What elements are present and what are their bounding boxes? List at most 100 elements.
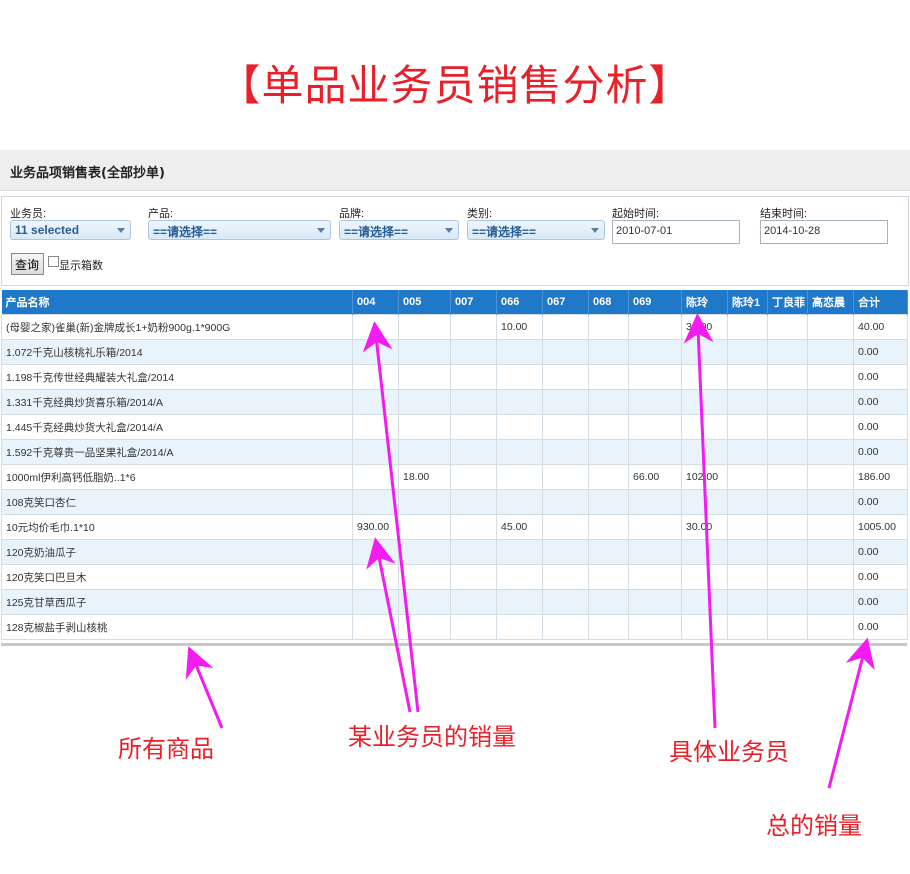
- column-header[interactable]: 陈玲1: [727, 290, 768, 315]
- sales-cell: [767, 564, 808, 590]
- sales-cell: [352, 339, 399, 365]
- sales-cell: [681, 364, 728, 390]
- show-boxes-checkbox[interactable]: [48, 256, 59, 267]
- sales-cell: [628, 314, 682, 340]
- brand-select[interactable]: ==请选择==: [339, 220, 459, 240]
- sales-cell: [767, 314, 808, 340]
- sales-cell: [727, 514, 768, 540]
- brand-label: 品牌:: [339, 208, 365, 220]
- sales-cell: [681, 489, 728, 515]
- sales-cell: [681, 439, 728, 465]
- sales-cell: [628, 539, 682, 565]
- sales-cell: [588, 489, 629, 515]
- sales-cell: [542, 614, 589, 640]
- column-header[interactable]: 丁良菲: [767, 290, 808, 315]
- sales-cell: [450, 439, 497, 465]
- sales-cell: [450, 314, 497, 340]
- sales-cell: [496, 564, 543, 590]
- end-date-input[interactable]: 2014-10-28: [760, 220, 888, 244]
- sales-cell: 0.00: [853, 614, 908, 640]
- sales-cell: [352, 464, 399, 490]
- sales-cell: [727, 464, 768, 490]
- table-scrollbar[interactable]: [1, 643, 907, 646]
- sales-cell: [496, 539, 543, 565]
- sales-cell: [681, 614, 728, 640]
- sales-cell: [681, 339, 728, 365]
- sales-cell: [807, 489, 854, 515]
- sales-cell: [628, 439, 682, 465]
- query-button[interactable]: 查询: [11, 253, 44, 275]
- sales-cell: [542, 339, 589, 365]
- sales-cell: [767, 389, 808, 415]
- annotation-specific-salesman: 具体业务员: [669, 738, 789, 766]
- column-header[interactable]: 069: [628, 290, 682, 315]
- sales-cell: [398, 414, 451, 440]
- product-label: 产品:: [148, 208, 174, 220]
- sales-cell: [398, 539, 451, 565]
- sales-cell: [628, 364, 682, 390]
- sales-cell: [727, 614, 768, 640]
- column-header[interactable]: 高恋晨: [807, 290, 854, 315]
- sales-cell: [496, 464, 543, 490]
- column-header[interactable]: 066: [496, 290, 543, 315]
- sales-cell: [496, 439, 543, 465]
- sales-cell: [727, 389, 768, 415]
- sales-cell: 102.00: [681, 464, 728, 490]
- sales-cell: 45.00: [496, 514, 543, 540]
- sales-cell: 66.00: [628, 464, 682, 490]
- sales-cell: [496, 389, 543, 415]
- sales-cell: 186.00: [853, 464, 908, 490]
- sales-cell: [807, 314, 854, 340]
- column-header[interactable]: 004: [352, 290, 399, 315]
- salesman-select[interactable]: 11 selected: [10, 220, 131, 240]
- product-name-cell: 1.445千克经典炒货大礼盒/2014/A: [1, 414, 353, 440]
- sales-cell: [542, 389, 589, 415]
- table-row: (母婴之家)雀巢(新)金牌成长1+奶粉900g.1*900G 10.00 30.00…: [1, 314, 908, 340]
- column-header[interactable]: 005: [398, 290, 451, 315]
- sales-cell: [807, 439, 854, 465]
- chevron-down-icon: [591, 228, 599, 233]
- sales-cell: [588, 414, 629, 440]
- column-header[interactable]: 产品名称: [1, 290, 353, 315]
- sales-cell: [496, 589, 543, 615]
- sales-cell: [398, 564, 451, 590]
- table-row: 125克甘草西瓜子 0.00: [1, 589, 908, 615]
- product-select[interactable]: ==请选择==: [148, 220, 331, 240]
- column-header[interactable]: 陈玲: [681, 290, 728, 315]
- sales-cell: [496, 614, 543, 640]
- filter-form: 业务员: 11 selected 产品: ==请选择== 品牌: ==请选择==…: [1, 196, 909, 286]
- sales-cell: 40.00: [853, 314, 908, 340]
- sales-cell: [767, 489, 808, 515]
- column-header[interactable]: 合计: [853, 290, 908, 315]
- sales-cell: [628, 514, 682, 540]
- sales-cell: [588, 614, 629, 640]
- sales-cell: 1005.00: [853, 514, 908, 540]
- sales-cell: [767, 439, 808, 465]
- column-header[interactable]: 007: [450, 290, 497, 315]
- sales-cell: [628, 589, 682, 615]
- column-header[interactable]: 067: [542, 290, 589, 315]
- start-date-input[interactable]: 2010-07-01: [612, 220, 740, 244]
- sales-cell: [352, 414, 399, 440]
- sales-cell: [496, 414, 543, 440]
- sales-cell: [450, 389, 497, 415]
- column-header[interactable]: 068: [588, 290, 629, 315]
- product-name-cell: 108克笑口杏仁: [1, 489, 353, 515]
- sales-cell: [807, 589, 854, 615]
- sales-cell: [352, 439, 399, 465]
- table-row: 1.198千克传世经典耀装大礼盒/2014 0.00: [1, 364, 908, 390]
- product-name-cell: 128克椒盐手剥山核桃: [1, 614, 353, 640]
- sales-cell: 30.00: [681, 514, 728, 540]
- sales-cell: [450, 339, 497, 365]
- table-row: 1.072千克山核桃礼乐箱/2014 0.00: [1, 339, 908, 365]
- category-label: 类别:: [467, 208, 493, 220]
- category-select[interactable]: ==请选择==: [467, 220, 605, 240]
- sales-cell: [450, 464, 497, 490]
- sales-cell: 0.00: [853, 364, 908, 390]
- sales-cell: 0.00: [853, 414, 908, 440]
- sales-cell: [628, 389, 682, 415]
- sales-cell: [727, 439, 768, 465]
- sales-cell: [767, 614, 808, 640]
- table-row: 120克笑口巴旦木 0.00: [1, 564, 908, 590]
- sales-cell: [352, 614, 399, 640]
